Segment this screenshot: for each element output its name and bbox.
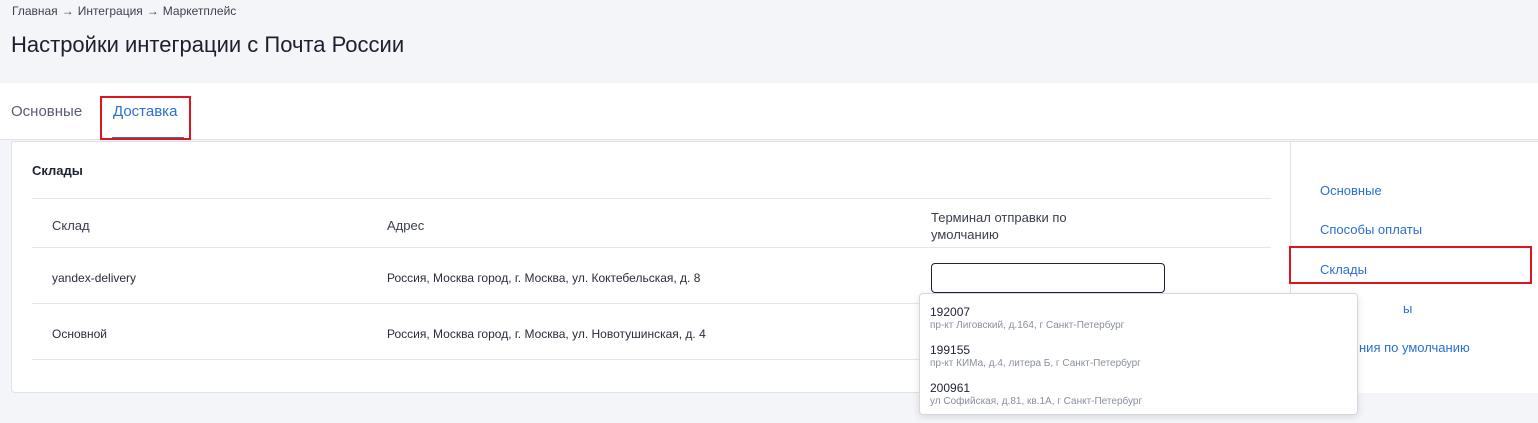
option-code: 199155 xyxy=(930,343,971,357)
breadcrumb-integration[interactable]: Интеграция xyxy=(78,4,143,18)
breadcrumb-separator: → xyxy=(146,4,159,18)
tab-main[interactable]: Основные xyxy=(11,103,82,120)
breadcrumb-home[interactable]: Главная xyxy=(12,4,58,18)
option-code: 192007 xyxy=(930,305,971,319)
breadcrumb: Главная → Интеграция → Маркетплейс xyxy=(12,4,236,18)
side-nav-main[interactable]: Основные xyxy=(1320,183,1382,198)
terminal-input[interactable] xyxy=(931,263,1165,293)
side-nav-defaults[interactable]: ния по умолчанию xyxy=(1359,340,1470,355)
warehouse-address: Россия, Москва город, г. Москва, ул. Кок… xyxy=(387,271,701,285)
option-address: пр-кт КИМа, д.4, литера Б, г Санкт-Петер… xyxy=(930,358,1141,369)
dropdown-option[interactable]: 192007 пр-кт Лиговский, д.164, г Санкт-П… xyxy=(930,305,1124,332)
highlight-box-warehouses xyxy=(1289,246,1532,284)
page-header: Главная → Интеграция → Маркетплейс Настр… xyxy=(0,0,1538,83)
tabs-bar: Основные Доставка xyxy=(0,83,1538,140)
option-code: 200961 xyxy=(930,381,971,395)
column-header-address: Адрес xyxy=(387,218,425,233)
breadcrumb-separator: → xyxy=(61,4,74,18)
column-header-terminal: Терминал отправки по умолчанию xyxy=(931,210,1067,242)
warehouses-title: Склады xyxy=(32,163,83,178)
warehouse-address: Россия, Москва город, г. Москва, ул. Нов… xyxy=(387,327,706,341)
breadcrumb-marketplace[interactable]: Маркетплейс xyxy=(163,4,237,18)
page-title: Настройки интеграции с Почта России xyxy=(11,32,405,57)
warehouse-name: yandex-delivery xyxy=(52,271,137,285)
option-address: пр-кт Лиговский, д.164, г Санкт-Петербур… xyxy=(930,320,1125,331)
warehouse-name: Основной xyxy=(52,327,108,341)
side-nav-payment-methods[interactable]: Способы оплаты xyxy=(1320,222,1422,237)
side-nav-tariffs[interactable]: ы xyxy=(1403,301,1412,316)
table-header: Склад Адрес Терминал отправки по умолчан… xyxy=(32,198,1271,248)
dropdown-option[interactable]: 199155 пр-кт КИМа, д.4, литера Б, г Санк… xyxy=(930,343,1141,370)
column-header-warehouse: Склад xyxy=(52,218,90,233)
option-address: ул Софийская, д.81, кв.1А, г Санкт-Петер… xyxy=(930,396,1143,407)
terminal-dropdown: 192007 пр-кт Лиговский, д.164, г Санкт-П… xyxy=(919,293,1358,415)
dropdown-option[interactable]: 200961 ул Софийская, д.81, кв.1А, г Санк… xyxy=(930,381,1142,408)
highlight-box-tab xyxy=(100,96,191,140)
